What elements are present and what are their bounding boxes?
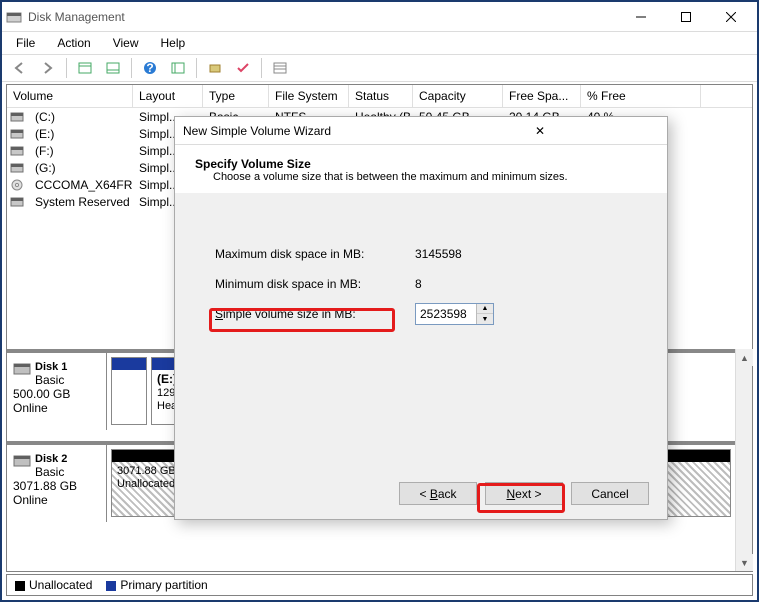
col-type[interactable]: Type [203,85,269,107]
cd-icon [10,179,26,191]
dialog-titlebar[interactable]: New Simple Volume Wizard ✕ [175,117,667,145]
scroll-down-icon[interactable]: ▼ [736,554,753,571]
menu-file[interactable]: File [8,34,43,52]
grid-header: Volume Layout Type File System Status Ca… [7,85,752,108]
menubar: File Action View Help [2,32,757,54]
volume-size-input[interactable] [416,304,476,324]
svg-text:?: ? [146,61,153,75]
cell: (C:) [29,109,133,125]
cell: (E:) [29,126,133,142]
disk-icon [13,359,31,380]
disk-size: 500.00 GB [13,387,70,401]
menu-action[interactable]: Action [49,34,98,52]
spin-up-icon[interactable]: ▲ [477,304,493,314]
dialog-heading: Specify Volume Size [195,157,311,171]
wizard-dialog: New Simple Volume Wizard ✕ Specify Volum… [174,116,668,520]
settings-icon[interactable] [166,57,190,79]
check-icon[interactable] [231,57,255,79]
app-icon [6,9,22,25]
spin-down-icon[interactable]: ▼ [477,314,493,324]
volume-size-label: SSimple volume size in MB:imple volume s… [215,307,415,321]
min-space-label: Minimum disk space in MB: [215,277,415,291]
cell: System Reserved [29,194,133,210]
dialog-header: Specify Volume Size Choose a volume size… [175,145,667,193]
cell: (G:) [29,160,133,176]
toolbar: ? [2,54,757,82]
volume-icon [10,162,26,174]
legend: Unallocated Primary partition [6,574,753,596]
col-capacity[interactable]: Capacity [413,85,503,107]
disk-type: Basic [35,373,64,387]
volume-size-spinner[interactable]: ▲ ▼ [415,303,494,325]
window-title: Disk Management [28,10,618,24]
maximize-button[interactable] [663,3,708,31]
dialog-title: New Simple Volume Wizard [183,124,421,138]
disk-status: Online [13,493,48,507]
volume-stripe [112,358,146,370]
volume-icon [10,196,26,208]
panel-bottom-icon[interactable] [101,57,125,79]
back-button[interactable]: < Back [399,482,477,505]
disk-size: 3071.88 GB [13,479,77,493]
help-icon[interactable]: ? [138,57,162,79]
disk-type: Basic [35,465,64,479]
disk-icon [13,451,31,472]
panel-top-icon[interactable] [73,57,97,79]
col-filesystem[interactable]: File System [269,85,349,107]
legend-item: Primary partition [106,578,207,592]
col-layout[interactable]: Layout [133,85,203,107]
volume-icon [10,111,26,123]
refresh-icon[interactable] [203,57,227,79]
dialog-subheading: Choose a volume size that is between the… [195,171,647,183]
disk-name: Disk 2 [35,453,67,465]
list-icon[interactable] [268,57,292,79]
close-button[interactable] [708,3,753,31]
col-pctfree[interactable]: % Free [581,85,701,107]
col-freespace[interactable]: Free Spa... [503,85,581,107]
menu-view[interactable]: View [105,34,147,52]
forward-icon[interactable] [36,57,60,79]
scroll-up-icon[interactable]: ▲ [736,349,753,366]
volume-icon [10,145,26,157]
cell: CCCOMA_X64FRE... [29,177,133,193]
min-space-value: 8 [415,277,422,291]
vertical-scrollbar[interactable]: ▲ ▼ [735,349,752,571]
disk-label[interactable]: Disk 2 Basic 3071.88 GB Online [7,445,107,522]
window-titlebar: Disk Management [2,2,757,32]
disk-label[interactable]: Disk 1 Basic 500.00 GB Online [7,353,107,430]
col-status[interactable]: Status [349,85,413,107]
cell: (F:) [29,143,133,159]
dialog-close-icon[interactable]: ✕ [421,124,659,138]
volume-block[interactable] [111,357,147,425]
volume-text [112,370,146,376]
minimize-button[interactable] [618,3,663,31]
disk-name: Disk 1 [35,361,67,373]
volume-icon [10,128,26,140]
cancel-button[interactable]: Cancel [571,482,649,505]
max-space-label: Maximum disk space in MB: [215,247,415,261]
menu-help[interactable]: Help [153,34,194,52]
col-volume[interactable]: Volume [7,85,133,107]
legend-item: Unallocated [15,578,92,592]
back-icon[interactable] [8,57,32,79]
next-button[interactable]: Next > [485,482,563,505]
max-space-value: 3145598 [415,247,462,261]
disk-status: Online [13,401,48,415]
